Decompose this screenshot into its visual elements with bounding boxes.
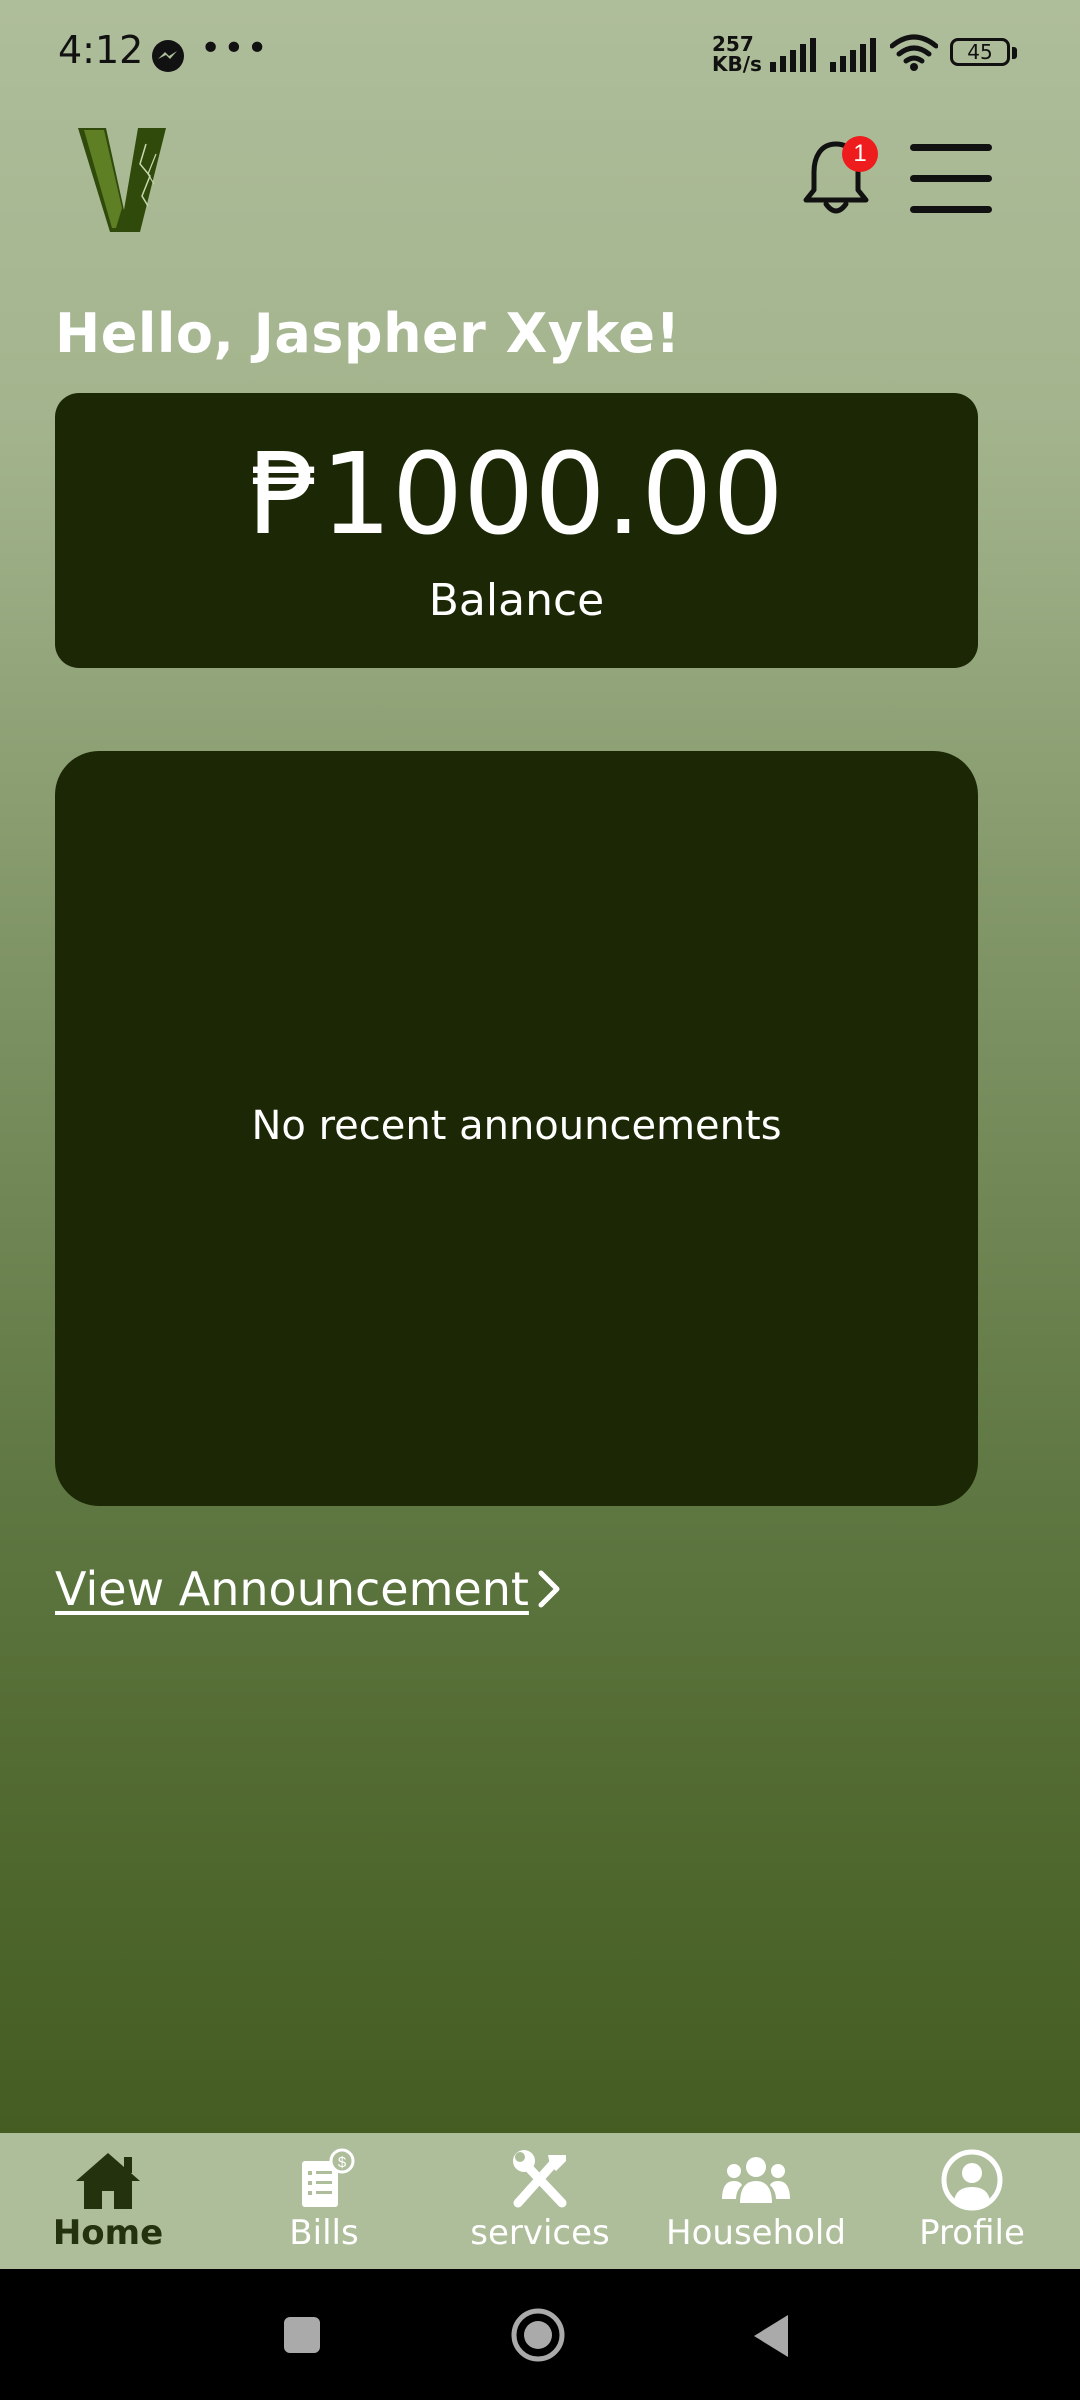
bill-icon: $ — [302, 2148, 355, 2207]
messenger-icon — [152, 40, 184, 72]
view-announcement-link[interactable]: View Announcement — [55, 1562, 565, 1616]
status-time: 4:12 — [58, 28, 144, 72]
nav-bills-label: Bills — [289, 2213, 359, 2253]
user-circle-icon — [941, 2149, 1003, 2211]
home-circle-icon[interactable] — [510, 2307, 566, 2363]
nav-profile[interactable]: Profile — [864, 2133, 1080, 2269]
chevron-right-icon — [538, 1570, 560, 1608]
battery-icon: 45 — [950, 38, 1020, 70]
people-icon — [722, 2157, 790, 2203]
greeting: Hello, Jaspher Xyke! — [55, 302, 681, 365]
nav-home-label: Home — [52, 2213, 164, 2253]
bottom-nav: Home $ Bills services Household Profile — [0, 2133, 1080, 2269]
recent-apps-icon[interactable] — [282, 2315, 322, 2355]
balance-label: Balance — [428, 575, 605, 626]
nav-home[interactable]: Home — [0, 2133, 216, 2269]
announcements-empty-text: No recent announcements — [251, 1103, 782, 1149]
nav-services[interactable]: services — [432, 2133, 648, 2269]
home-icon — [76, 2153, 140, 2209]
signal-icon — [830, 38, 876, 72]
more-dots-icon: ••• — [200, 28, 270, 69]
app-logo — [78, 128, 166, 232]
balance-card: ₱1000.00 Balance — [55, 393, 978, 668]
svg-text:$: $ — [338, 2154, 347, 2171]
announcements-card: No recent announcements — [55, 751, 978, 1506]
signal-icon — [770, 38, 816, 72]
tools-icon — [513, 2150, 567, 2208]
view-announcement-label: View Announcement — [55, 1562, 529, 1616]
balance-amount: ₱1000.00 — [249, 430, 784, 560]
nav-household-label: Household — [666, 2213, 846, 2253]
wifi-icon — [890, 34, 938, 71]
network-speed: 257 KB/s — [712, 32, 762, 76]
nav-bills[interactable]: $ Bills — [216, 2133, 432, 2269]
hamburger-menu-icon[interactable] — [910, 144, 992, 214]
notification-badge: 1 — [842, 136, 878, 172]
status-bar: 4:12 ••• 257 KB/s 45 — [0, 0, 1080, 100]
system-nav-bar — [0, 2269, 1080, 2400]
nav-household[interactable]: Household — [648, 2133, 864, 2269]
nav-profile-label: Profile — [919, 2213, 1025, 2253]
back-icon[interactable] — [752, 2313, 792, 2359]
nav-services-label: services — [470, 2213, 610, 2253]
